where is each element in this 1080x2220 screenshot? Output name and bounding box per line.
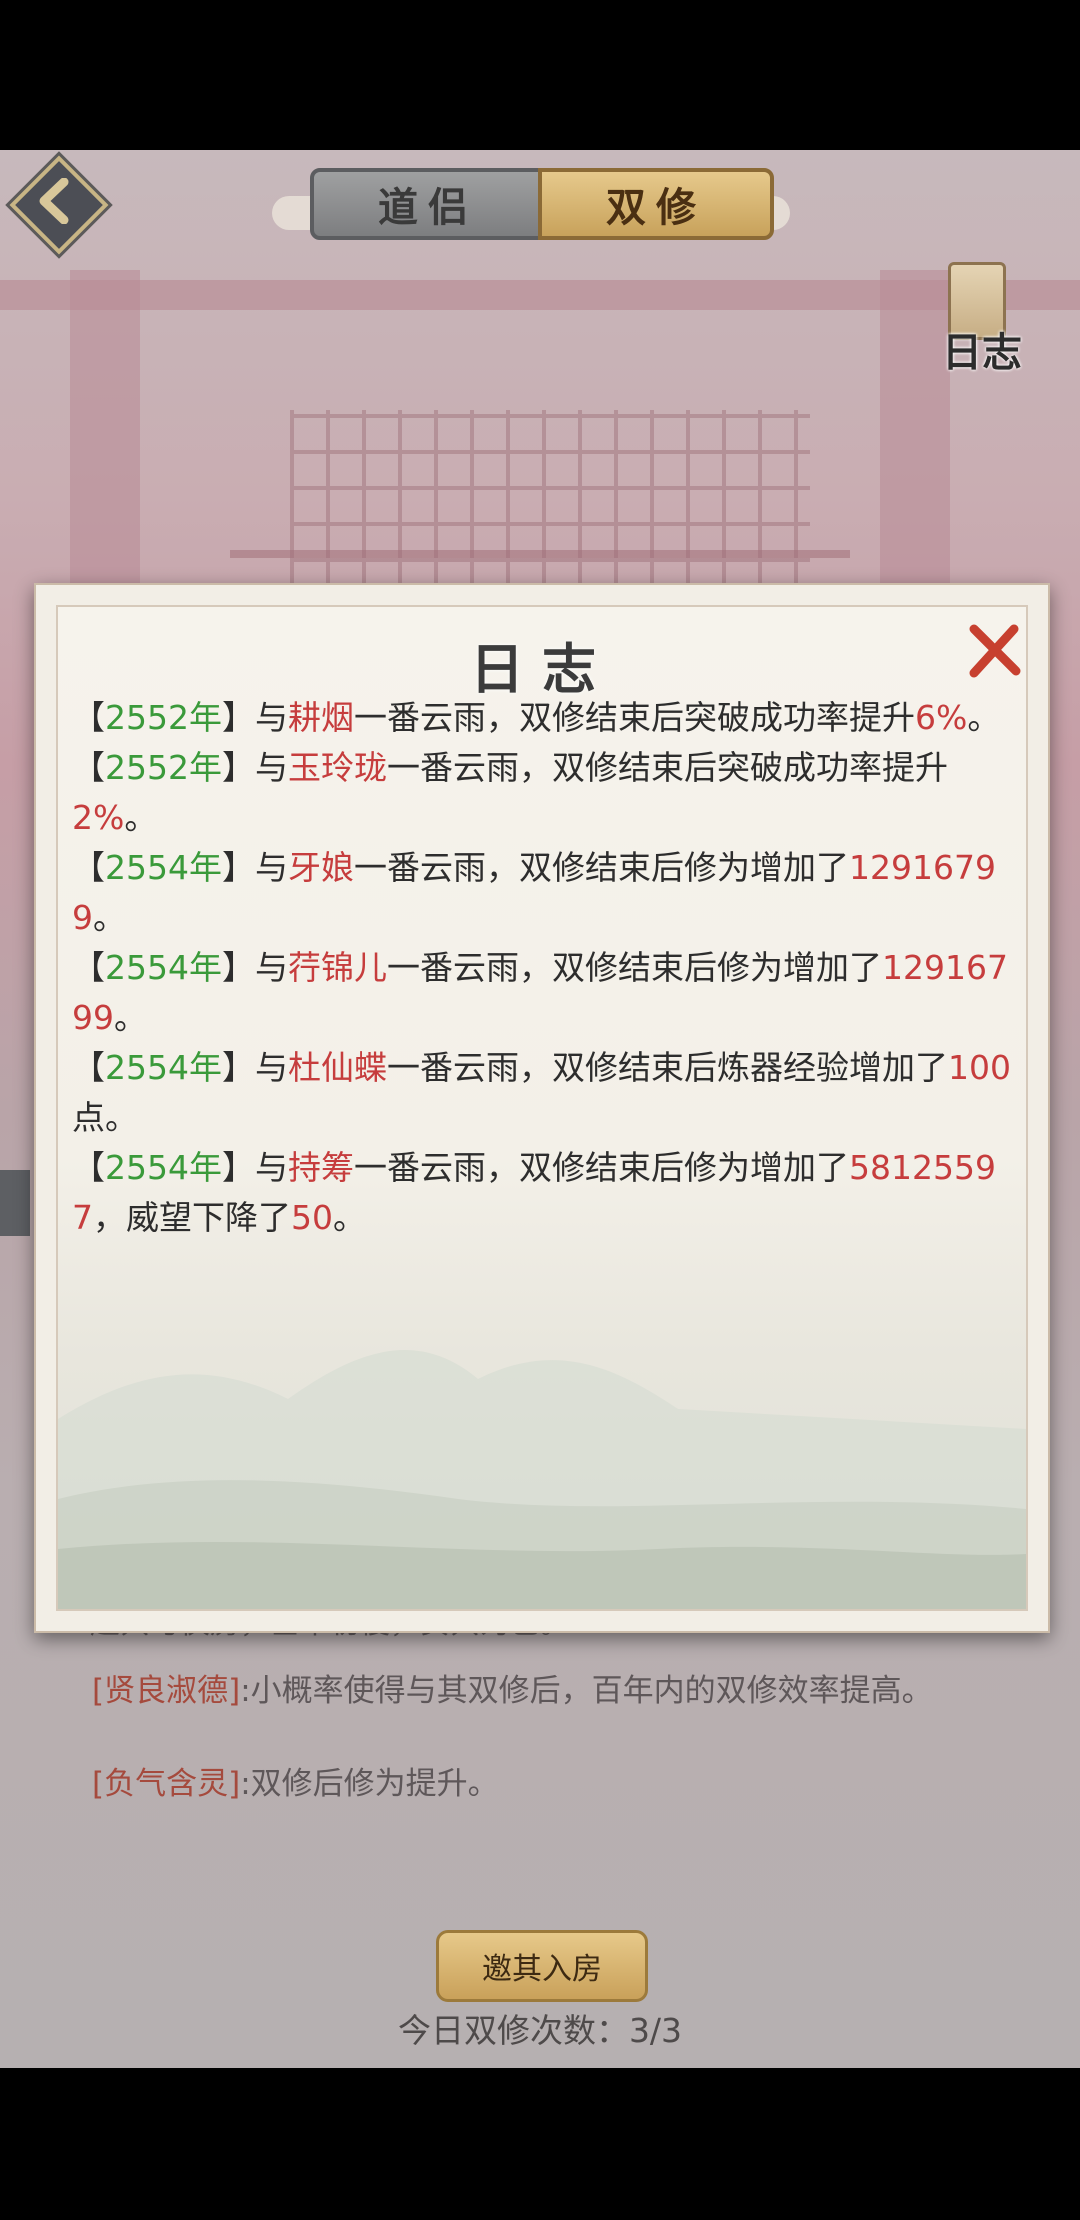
entry-value: 6%: [914, 698, 968, 737]
entry-year: 2554年: [105, 948, 222, 987]
log-entry: 【2554年】与持筹一番云雨，双修结束后修为增加了58125597，威望下降了5…: [72, 1148, 996, 1237]
log-dialog: 日志 【2552年】与耕烟一番云雨，双修结束后突破成功率提升6%。 【2552年…: [34, 583, 1050, 1633]
entry-value: 100: [947, 1048, 1011, 1087]
log-entry: 【2554年】与牙娘一番云雨，双修结束后修为增加了12916799。: [72, 848, 996, 937]
entry-name: 牙娘: [287, 848, 354, 887]
trait-name: [贤良淑德]: [92, 1673, 241, 1709]
trait-name: [负气含灵]: [92, 1766, 241, 1802]
tab-dual-cultivation[interactable]: 双修: [538, 168, 774, 240]
back-button[interactable]: [9, 155, 109, 255]
entry-year: 2554年: [105, 1148, 222, 1187]
side-tab-stub: [0, 1170, 30, 1236]
invite-button[interactable]: 邀其入房: [436, 1930, 648, 2002]
trait-desc: :双修后修为提升。: [240, 1766, 499, 1802]
log-button-label: 日志: [942, 329, 1022, 376]
close-button[interactable]: [964, 621, 1024, 681]
chevron-left-icon: [39, 178, 69, 224]
trait-desc: :小概率使得与其双修后，百年内的双修效率提高。: [240, 1673, 933, 1709]
landscape-decoration: [58, 1350, 1026, 1609]
entry-name: 荇锦儿: [287, 948, 387, 987]
log-list: 【2552年】与耕烟一番云雨，双修结束后突破成功率提升6%。 【2552年】与玉…: [72, 693, 1016, 1243]
log-entry: 【2554年】与杜仙蝶一番云雨，双修结束后炼器经验增加了100点。: [72, 1048, 1011, 1137]
entry-year: 2554年: [105, 1048, 222, 1087]
log-entry: 【2554年】与荇锦儿一番云雨，双修结束后修为增加了12916799。: [72, 948, 1008, 1037]
log-button[interactable]: 日志: [920, 258, 1030, 378]
top-tabs: 道侣 双修: [272, 168, 790, 240]
tab-companion[interactable]: 道侣: [310, 168, 546, 240]
entry-year: 2554年: [105, 848, 222, 887]
trait-virtuous: [贤良淑德]:小概率使得与其双修后，百年内的双修效率提高。: [92, 1668, 992, 1714]
trait-spirit: [负气含灵]:双修后修为提升。: [92, 1758, 499, 1803]
daily-count: 今日双修次数：3/3: [0, 2004, 1080, 2052]
entry-name: 玉玲珑: [287, 748, 387, 787]
daily-count-value: 3/3: [628, 2011, 683, 2050]
close-icon: [969, 624, 1021, 678]
entry-year: 2552年: [105, 748, 222, 787]
entry-value-2: 50: [291, 1198, 333, 1237]
entry-year: 2552年: [105, 698, 222, 737]
entry-value: 2%: [72, 798, 125, 837]
entry-name: 杜仙蝶: [287, 1048, 387, 1087]
entry-name: 持筹: [287, 1148, 354, 1187]
log-entry: 【2552年】与玉玲珑一番云雨，双修结束后突破成功率提升2%。: [72, 748, 948, 837]
entry-name: 耕烟: [287, 698, 354, 737]
log-entry: 【2552年】与耕烟一番云雨，双修结束后突破成功率提升6%。: [72, 698, 1001, 737]
daily-count-label: 今日双修次数：: [397, 2011, 629, 2050]
